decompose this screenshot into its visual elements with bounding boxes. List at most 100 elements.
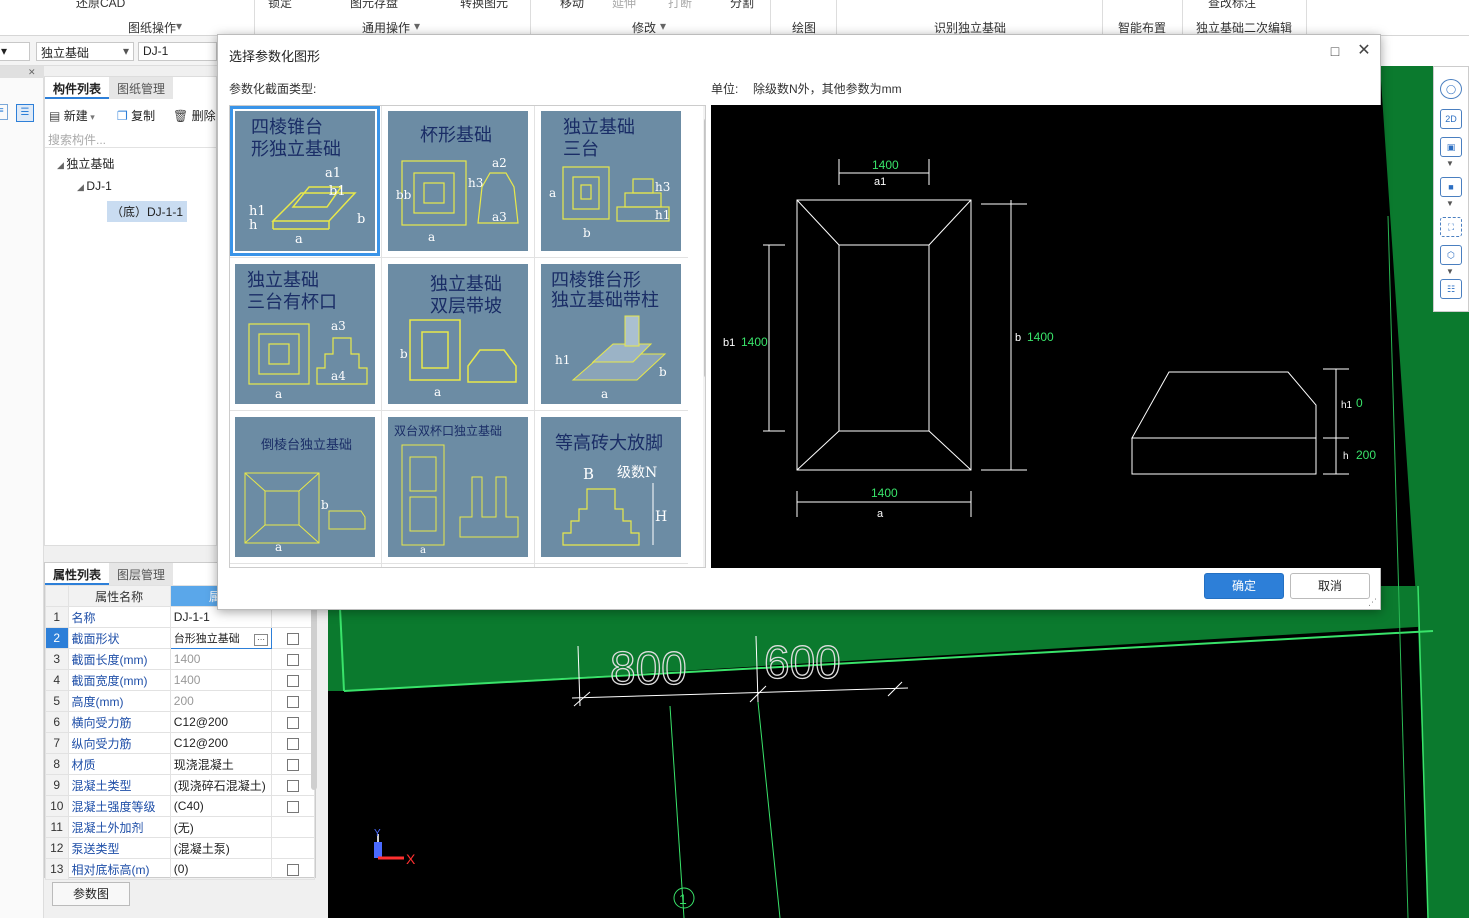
checkbox[interactable] <box>287 632 300 645</box>
tile-cup-foundation[interactable]: 杯形基础 a bb a2 h3 a3 <box>388 111 528 251</box>
maximize-icon[interactable]: □ <box>1328 44 1342 58</box>
copy-button[interactable]: ❐ 复制 <box>117 107 155 124</box>
property-value[interactable]: (C40) <box>169 795 273 817</box>
save-elements-button[interactable]: 图元存盘 <box>350 0 398 11</box>
convert-elements-button[interactable]: 转换图元 <box>460 0 508 11</box>
checkbox[interactable] <box>287 737 300 750</box>
cube-view-icon[interactable]: ▣ <box>1440 137 1462 157</box>
tile-double-slope-foundation[interactable]: 独立基础 双层带坡 a b <box>388 264 528 404</box>
table-row[interactable]: 3 截面长度(mm) 1400 <box>45 648 315 670</box>
tile-title: 形独立基础 <box>251 139 341 160</box>
resize-grip-icon[interactable]: ⋰ <box>1368 597 1377 608</box>
tile-double-cup-foundation[interactable]: 双台双杯口独立基础 a <box>388 417 528 557</box>
property-value[interactable]: (无) <box>169 816 273 838</box>
property-value[interactable]: 200 <box>169 690 273 712</box>
tree-node-dj1[interactable]: ◢ DJ-1 <box>77 179 112 193</box>
table-row[interactable]: 9 混凝土类型 (现浇碎石混凝土) <box>45 774 315 796</box>
name-select[interactable]: DJ-1 <box>138 42 217 61</box>
tab-component-list[interactable]: 构件列表 <box>45 77 110 99</box>
chevron-down-icon[interactable]: ▼ <box>1446 199 1454 208</box>
gallery-scrollbar[interactable] <box>703 106 705 567</box>
checkbox[interactable] <box>287 695 300 708</box>
tile-three-step-foundation[interactable]: 独立基础 三台 b a h3 h1 <box>541 111 681 251</box>
confirm-button[interactable]: 确定 <box>1204 573 1284 599</box>
table-row[interactable]: 10 混凝土强度等级 (C40) <box>45 795 315 817</box>
property-value[interactable]: (0) <box>169 858 273 880</box>
checkbox[interactable] <box>287 716 300 729</box>
group-drawing-ops[interactable]: 图纸操作 <box>128 19 176 36</box>
checkbox[interactable] <box>287 800 300 813</box>
scroll-thumb[interactable] <box>704 118 705 378</box>
row-index: 6 <box>45 711 69 733</box>
chevron-down-icon[interactable]: ▼ <box>1446 267 1454 276</box>
table-row[interactable]: 2 截面形状 台形独立基础 ··· <box>45 627 315 649</box>
table-row[interactable]: 13 相对底标高(m) (0) <box>45 858 315 880</box>
tab-layer-management[interactable]: 图层管理 <box>109 563 174 585</box>
tab-drawing-management[interactable]: 图纸管理 <box>109 77 174 99</box>
tree-node-foundation[interactable]: ◢ 独立基础 <box>57 155 114 172</box>
table-row[interactable]: 5 高度(mm) 200 <box>45 690 315 712</box>
tile-pyramid-with-column[interactable]: 四棱锥台形 独立基础带柱 a b h1 <box>541 264 681 404</box>
display-settings-icon[interactable]: ☷ <box>1440 279 1462 299</box>
unit-text: 除级数N外，其他参数为mm <box>753 82 902 96</box>
table-row[interactable]: 4 截面宽度(mm) 1400 <box>45 669 315 691</box>
layer-box-icon[interactable]: ⬡ <box>1440 245 1462 265</box>
move-button[interactable]: 移动 <box>560 0 584 11</box>
detail-view-icon[interactable]: ☰ <box>16 104 34 122</box>
param-diagram-button[interactable]: 参数图 <box>52 882 130 906</box>
property-scrollbar[interactable] <box>311 584 317 790</box>
selector-bar: ▾ 独立基础 ▾ DJ-1 <box>0 36 217 66</box>
separator <box>254 0 255 36</box>
property-value[interactable]: (混凝土泵) <box>169 837 273 859</box>
property-value[interactable]: 1400 <box>169 669 273 691</box>
property-value[interactable]: (现浇碎石混凝土) <box>169 774 273 796</box>
chevron-down-icon[interactable]: ▼ <box>1446 159 1454 168</box>
break-button[interactable]: 打断 <box>668 0 692 11</box>
checkbox[interactable] <box>287 779 300 792</box>
extend-button[interactable]: 延伸 <box>612 0 636 11</box>
property-value[interactable]: C12@200 <box>169 711 273 733</box>
checkbox[interactable] <box>287 758 300 771</box>
checkbox[interactable] <box>287 863 300 876</box>
view-2d-button[interactable]: 2D <box>1440 109 1462 129</box>
table-row[interactable]: 8 材质 现浇混凝土 <box>45 753 315 775</box>
close-icon[interactable]: ✕ <box>1356 43 1372 59</box>
tile-three-step-cup-foundation[interactable]: 独立基础 三台有杯口 a a3 a4 <box>235 264 375 404</box>
search-component-input[interactable]: 搜索构件... <box>45 128 216 148</box>
chevron-down-icon: ▾ <box>660 19 667 33</box>
list-view-icon[interactable]: ≡ <box>0 104 8 120</box>
tile-inverted-frustum[interactable]: 倒棱台独立基础 a b <box>235 417 375 557</box>
table-row[interactable]: 6 横向受力筋 C12@200 <box>45 711 315 733</box>
query-dimension-button[interactable]: 查改标注 <box>1208 0 1256 11</box>
table-row[interactable]: 12 泵送类型 (混凝土泵) <box>45 837 315 859</box>
new-button[interactable]: ▤ 新建 ▾ <box>49 107 95 124</box>
tile-brick-footing[interactable]: 等高砖大放脚 B 级数N H <box>541 417 681 557</box>
checkbox[interactable] <box>287 674 300 687</box>
tile-pyramid-foundation[interactable]: 四棱锥台 形独立基础 a a1 b1 b h1 h <box>230 106 380 256</box>
shape-outline <box>401 160 467 226</box>
property-name: 名称 <box>67 606 171 628</box>
floor-select[interactable]: ▾ <box>0 42 30 61</box>
tab-property-list[interactable]: 属性列表 <box>45 563 110 585</box>
orbit-icon[interactable]: ◯ <box>1440 79 1462 99</box>
split-button[interactable]: 分割 <box>730 0 754 11</box>
fit-view-icon[interactable]: ⛶ <box>1440 217 1462 237</box>
property-value[interactable]: 台形独立基础 ··· <box>169 627 273 649</box>
cancel-button[interactable]: 取消 <box>1290 573 1370 599</box>
property-name: 截面长度(mm) <box>67 648 171 670</box>
dim-a: a <box>275 540 282 554</box>
close-icon[interactable]: ✕ <box>28 67 36 78</box>
more-icon[interactable]: ··· <box>254 634 269 646</box>
property-value[interactable]: C12@200 <box>169 732 273 754</box>
solid-cube-icon[interactable]: ■ <box>1440 177 1462 197</box>
restore-cad-button[interactable]: 还原CAD <box>76 0 125 11</box>
property-value[interactable]: 1400 <box>169 648 273 670</box>
delete-button[interactable]: 🗑 删除 <box>173 107 216 124</box>
property-value[interactable]: 现浇混凝土 <box>169 753 273 775</box>
type-select[interactable]: 独立基础 ▾ <box>36 42 134 61</box>
tree-node-dj1-1[interactable]: （底）DJ-1-1 <box>107 201 188 222</box>
table-row[interactable]: 7 纵向受力筋 C12@200 <box>45 732 315 754</box>
table-row[interactable]: 11 混凝土外加剂 (无) <box>45 816 315 838</box>
lock-button[interactable]: 锁定 <box>268 0 292 11</box>
checkbox[interactable] <box>287 653 300 666</box>
